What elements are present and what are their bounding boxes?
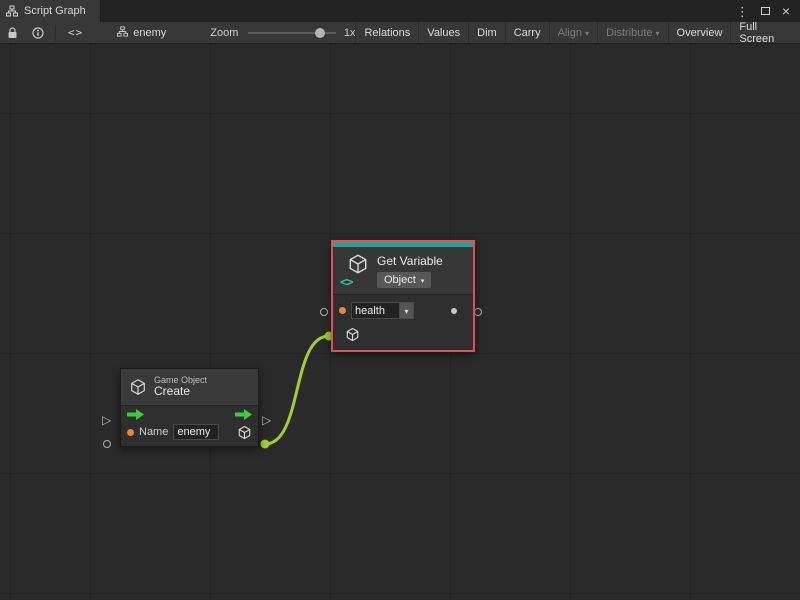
values-button[interactable]: Values xyxy=(418,22,468,43)
toolbar-buttons: Relations Values Dim Carry Align▾ Distri… xyxy=(355,22,800,43)
tab-title: Script Graph xyxy=(24,5,86,17)
overview-button[interactable]: Overview xyxy=(668,22,731,43)
getvar-value-output-port[interactable] xyxy=(474,308,482,316)
node-get-variable[interactable]: <> Get Variable Object ▾ ▾ xyxy=(331,240,475,352)
carry-button[interactable]: Carry xyxy=(505,22,549,43)
node-game-object-create[interactable]: Game Object Create Name xyxy=(120,368,259,447)
caret-down-icon: ▾ xyxy=(421,278,425,285)
align-button[interactable]: Align▾ xyxy=(549,22,597,43)
create-name-input-port[interactable] xyxy=(103,440,111,448)
distribute-button[interactable]: Distribute ▾ xyxy=(597,22,667,43)
name-value-input[interactable] xyxy=(173,424,219,440)
getvar-title: Get Variable xyxy=(377,254,443,268)
caret-down-icon: ▾ xyxy=(404,308,408,316)
graph-owner-icon xyxy=(117,26,128,40)
control-input-arrow-icon[interactable] xyxy=(127,409,144,420)
carry-label: Carry xyxy=(514,27,541,39)
variable-kind-value: Object xyxy=(384,274,416,286)
toolbar-separator xyxy=(55,25,56,41)
caret-down-icon: ▾ xyxy=(656,30,660,38)
overview-label: Overview xyxy=(677,27,723,39)
variable-name-combo[interactable]: ▾ xyxy=(351,302,414,319)
window-controls: ⋮ × xyxy=(736,0,800,22)
create-title: Create xyxy=(154,385,207,399)
getvar-target-row xyxy=(333,323,473,350)
fullscreen-label: Full Screen xyxy=(739,21,792,45)
close-icon[interactable]: × xyxy=(782,4,790,18)
graph-toolbar: <> enemy Zoom 1x Relations Values Dim Ca… xyxy=(0,22,800,44)
create-control-input-port[interactable]: ▷ xyxy=(102,414,111,426)
create-control-row xyxy=(121,406,258,421)
script-graph-window: Script Graph ⋮ × <> enemy Zoom 1x xyxy=(0,0,800,600)
code-badge-icon: <> xyxy=(340,275,352,289)
getvar-name-row: ▾ xyxy=(333,295,473,323)
getvar-header: <> Get Variable Object ▾ xyxy=(333,247,473,295)
caret-down-icon: ▾ xyxy=(585,30,589,38)
zoom-slider[interactable] xyxy=(248,27,335,39)
menu-kebab-icon[interactable]: ⋮ xyxy=(736,5,749,18)
tab-script-graph[interactable]: Script Graph xyxy=(0,0,101,22)
name-port-dot[interactable] xyxy=(127,429,134,436)
variable-name-dropdown-button[interactable]: ▾ xyxy=(399,302,414,319)
create-control-output-port[interactable]: ▷ xyxy=(262,414,271,426)
variable-name-input[interactable] xyxy=(351,302,399,319)
create-output-port-connected[interactable] xyxy=(261,440,270,449)
maximize-icon[interactable] xyxy=(761,7,770,15)
graph-canvas[interactable]: ▷ ▷ <> Get Variable Object ▾ xyxy=(0,44,800,600)
dim-label: Dim xyxy=(477,27,497,39)
script-graph-icon xyxy=(6,5,18,17)
name-port-dot[interactable] xyxy=(339,307,346,314)
getvar-name-input-port[interactable] xyxy=(320,308,328,316)
name-label: Name xyxy=(139,426,168,438)
zoom-value: 1x xyxy=(344,27,356,39)
variable-kind-dropdown[interactable]: Object ▾ xyxy=(377,272,431,288)
value-output-dot[interactable] xyxy=(451,308,457,314)
dim-button[interactable]: Dim xyxy=(468,22,505,43)
cube-icon xyxy=(347,253,369,275)
relations-button[interactable]: Relations xyxy=(355,22,418,43)
distribute-label: Distribute xyxy=(606,27,652,39)
fullscreen-button[interactable]: Full Screen xyxy=(730,22,800,43)
info-icon[interactable] xyxy=(25,22,51,43)
gameobject-output-icon[interactable] xyxy=(237,425,252,440)
zoom-slider-handle[interactable] xyxy=(315,28,325,38)
code-preview-toggle[interactable]: <> xyxy=(60,26,91,39)
cube-icon xyxy=(129,378,147,396)
lock-icon[interactable] xyxy=(0,22,25,43)
align-label: Align xyxy=(558,27,582,39)
create-name-row: Name xyxy=(121,421,258,446)
graph-owner[interactable]: enemy xyxy=(117,26,166,40)
control-output-arrow-icon[interactable] xyxy=(235,409,252,420)
getvar-icon: <> xyxy=(341,253,369,287)
zoom-label: Zoom xyxy=(210,27,238,39)
relations-label: Relations xyxy=(364,27,410,39)
values-label: Values xyxy=(427,27,460,39)
gameobject-target-icon xyxy=(345,327,360,342)
gameobject-connection-wire[interactable] xyxy=(265,336,329,444)
titlebar: Script Graph ⋮ × xyxy=(0,0,800,22)
graph-owner-label: enemy xyxy=(133,27,166,39)
create-header: Game Object Create xyxy=(121,369,258,406)
